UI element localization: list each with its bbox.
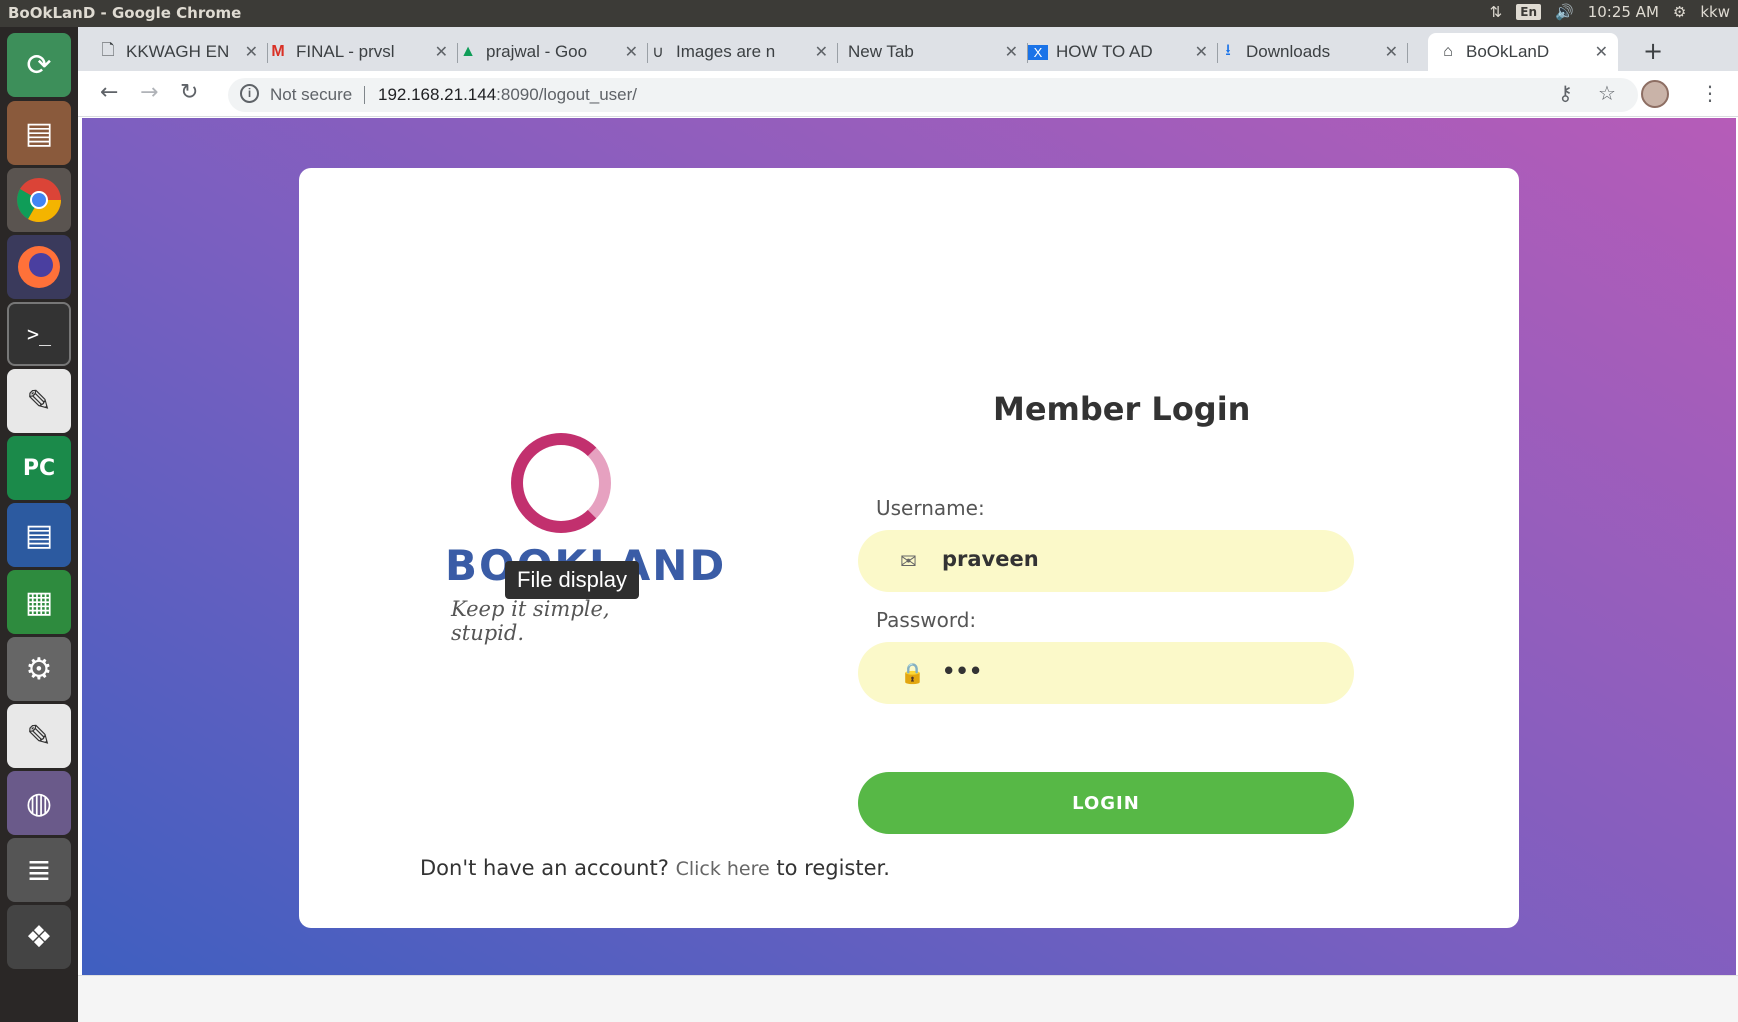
system-tray: ⇅ En 🔊 10:25 AM ⚙ kkw: [1490, 3, 1730, 21]
network-icon[interactable]: ⇅: [1490, 3, 1503, 21]
close-tab-icon[interactable]: ✕: [625, 42, 638, 62]
page-icon: 🗋: [101, 41, 115, 59]
tab-active[interactable]: ⌂ BoOkLanD ✕: [1428, 33, 1618, 71]
chrome-icon[interactable]: [7, 168, 71, 232]
home-icon: ⌂: [1443, 43, 1453, 60]
tab-title: Downloads: [1246, 42, 1331, 61]
volume-icon[interactable]: 🔊: [1555, 3, 1574, 21]
system-top-bar: BoOkLanD - Google Chrome ⇅ En 🔊 10:25 AM…: [0, 0, 1738, 27]
magnet-icon: ∪: [652, 44, 664, 61]
url-path: :8090/logout_user/: [496, 85, 638, 104]
tab-title: HOW TO AD: [1056, 42, 1153, 61]
window-title: BoOkLanD - Google Chrome: [8, 4, 242, 22]
address-bar[interactable]: i Not secure 192.168.21.144:8090/logout_…: [228, 78, 1638, 112]
tab[interactable]: 🗋 KKWAGH EN ✕: [98, 33, 268, 71]
pycharm-icon[interactable]: PC: [7, 436, 71, 500]
tab-title: KKWAGH EN: [126, 42, 230, 61]
url-host: 192.168.21.144: [378, 85, 497, 104]
tab-title: BoOkLanD: [1466, 42, 1550, 61]
tab[interactable]: ▲ prajwal - Goo ✕: [458, 33, 648, 71]
lock-icon: 🔒: [900, 661, 925, 685]
keyboard-layout-indicator[interactable]: En: [1516, 4, 1541, 20]
tab-title: New Tab: [848, 42, 914, 61]
divider: [364, 86, 365, 104]
close-tab-icon[interactable]: ✕: [815, 42, 828, 62]
close-tab-icon[interactable]: ✕: [245, 42, 258, 62]
url-text[interactable]: 192.168.21.144:8090/logout_user/: [378, 85, 637, 105]
page-title: Member Login: [993, 390, 1251, 428]
menu-icon[interactable]: ⋮: [1700, 81, 1720, 105]
editor-icon[interactable]: ✎: [7, 704, 71, 768]
close-tab-icon[interactable]: ✕: [1005, 42, 1018, 62]
tab[interactable]: ⭳ Downloads ✕: [1218, 33, 1408, 71]
tab-strip: 🗋 KKWAGH EN ✕ M FINAL - prvsl ✕ ▲ prajwa…: [78, 27, 1738, 71]
bottom-area: [78, 975, 1738, 1022]
user-name[interactable]: kkw: [1700, 3, 1730, 21]
login-button[interactable]: LOGIN: [858, 772, 1354, 834]
close-tab-icon[interactable]: ✕: [1195, 42, 1208, 62]
browser-toolbar: ← → ↻ i Not secure 192.168.21.144:8090/l…: [78, 71, 1738, 117]
workspace-icon[interactable]: ❖: [7, 905, 71, 969]
writer-icon[interactable]: ▤: [7, 503, 71, 567]
tab-title: FINAL - prvsl: [296, 42, 395, 61]
tab[interactable]: New Tab ✕: [838, 33, 1028, 71]
back-icon[interactable]: ←: [100, 80, 118, 105]
profile-avatar[interactable]: [1641, 80, 1669, 108]
disk-icon[interactable]: ◍: [7, 771, 71, 835]
password-label: Password:: [876, 608, 977, 632]
drive-icon: ▲: [460, 43, 476, 60]
trash-icon[interactable]: ≣: [7, 838, 71, 902]
register-prefix: Don't have an account?: [420, 856, 669, 880]
system-settings-icon[interactable]: ⚙: [7, 637, 71, 701]
password-field[interactable]: 🔒 •••: [858, 642, 1354, 704]
tab[interactable]: M FINAL - prvsl ✕: [268, 33, 458, 71]
security-status[interactable]: Not secure: [270, 85, 352, 105]
info-icon[interactable]: i: [240, 84, 259, 103]
key-icon[interactable]: ⚷: [1558, 81, 1573, 105]
tooltip: File display: [505, 561, 640, 599]
tab[interactable]: ∪ Images are n ✕: [648, 33, 838, 71]
reload-icon[interactable]: ↻: [180, 80, 198, 105]
register-link[interactable]: Click here: [676, 858, 770, 880]
forward-icon[interactable]: →: [140, 80, 158, 105]
password-input[interactable]: •••: [942, 659, 1322, 683]
logo-ring: [511, 433, 611, 533]
page-background: BOOKLAND Keep it simple, stupid. File di…: [82, 118, 1736, 975]
ubuntu-software-icon[interactable]: ⟳: [7, 33, 71, 97]
calc-icon[interactable]: ▦: [7, 570, 71, 634]
download-icon: ⭳: [1225, 41, 1231, 59]
gmail-icon: M: [271, 43, 285, 60]
username-input[interactable]: [942, 547, 1322, 571]
username-label: Username:: [876, 496, 985, 520]
tab-title: prajwal - Goo: [486, 42, 588, 61]
logo-tagline: Keep it simple, stupid.: [451, 597, 610, 645]
x-icon: X: [1028, 44, 1048, 60]
register-prompt: Don't have an account? Click here to reg…: [420, 856, 890, 880]
settings-gear-icon[interactable]: ⚙: [1673, 3, 1686, 21]
text-editor-icon[interactable]: ✎: [7, 369, 71, 433]
close-tab-icon[interactable]: ✕: [1595, 42, 1608, 62]
tab[interactable]: X HOW TO AD ✕: [1028, 33, 1218, 71]
launcher: ⟳ ▤ >_ ✎ PC ▤ ▦ ⚙ ✎ ◍ ≣ ❖: [0, 27, 78, 1022]
files-icon[interactable]: ▤: [7, 101, 71, 165]
tab-title: Images are n: [676, 42, 776, 61]
register-suffix: to register.: [776, 856, 890, 880]
firefox-icon[interactable]: [7, 235, 71, 299]
bookland-logo: BOOKLAND Keep it simple, stupid.: [445, 433, 724, 645]
close-tab-icon[interactable]: ✕: [1385, 42, 1398, 62]
terminal-icon[interactable]: >_: [7, 302, 71, 366]
login-card: BOOKLAND Keep it simple, stupid. File di…: [299, 168, 1519, 928]
clock[interactable]: 10:25 AM: [1588, 3, 1659, 21]
bookmark-star-icon[interactable]: ☆: [1598, 81, 1616, 105]
envelope-icon: ✉: [900, 549, 917, 573]
close-tab-icon[interactable]: ✕: [435, 42, 448, 62]
username-field[interactable]: ✉: [858, 530, 1354, 592]
new-tab-button[interactable]: +: [1643, 37, 1663, 65]
